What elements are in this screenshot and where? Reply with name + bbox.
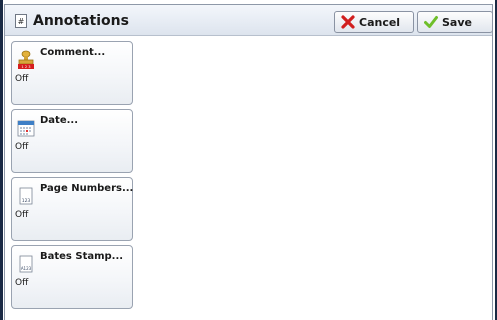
header-bar: # Annotations Cancel Save [5,5,493,36]
page-numbers-button[interactable]: 123 Page Numbers... Off [11,177,133,241]
title-area: # Annotations [15,12,129,30]
checkmark-icon [424,16,438,28]
left-edge [0,0,3,320]
date-label: Date... [40,115,79,126]
document-icon: # [15,14,27,28]
cancel-icon [341,15,355,29]
save-label: Save [442,15,472,29]
svg-text:A123: A123 [21,266,32,271]
date-button[interactable]: Date... Off [11,109,133,173]
page-number-icon: 123 [19,187,33,205]
calendar-icon [17,120,35,137]
bates-stamp-label: Bates Stamp... [40,251,124,262]
bates-stamp-status: Off [15,278,29,288]
comment-button[interactable]: 1 2 3 Comment... Off [11,41,133,105]
svg-text:123: 123 [22,198,31,204]
page-numbers-label: Page Numbers... [40,183,134,194]
stamp-icon: 1 2 3 [18,50,34,69]
cancel-button[interactable]: Cancel [334,11,414,33]
comment-status: Off [15,74,29,84]
save-button[interactable]: Save [417,11,493,33]
bates-stamp-icon: A123 [19,255,33,273]
comment-label: Comment... [40,47,106,58]
svg-text:1 2 3: 1 2 3 [21,65,30,69]
page-numbers-status: Off [15,210,29,220]
date-status: Off [15,142,29,152]
cancel-label: Cancel [359,15,401,29]
bates-stamp-button[interactable]: A123 Bates Stamp... Off [11,245,133,309]
page-title: Annotations [33,13,129,29]
